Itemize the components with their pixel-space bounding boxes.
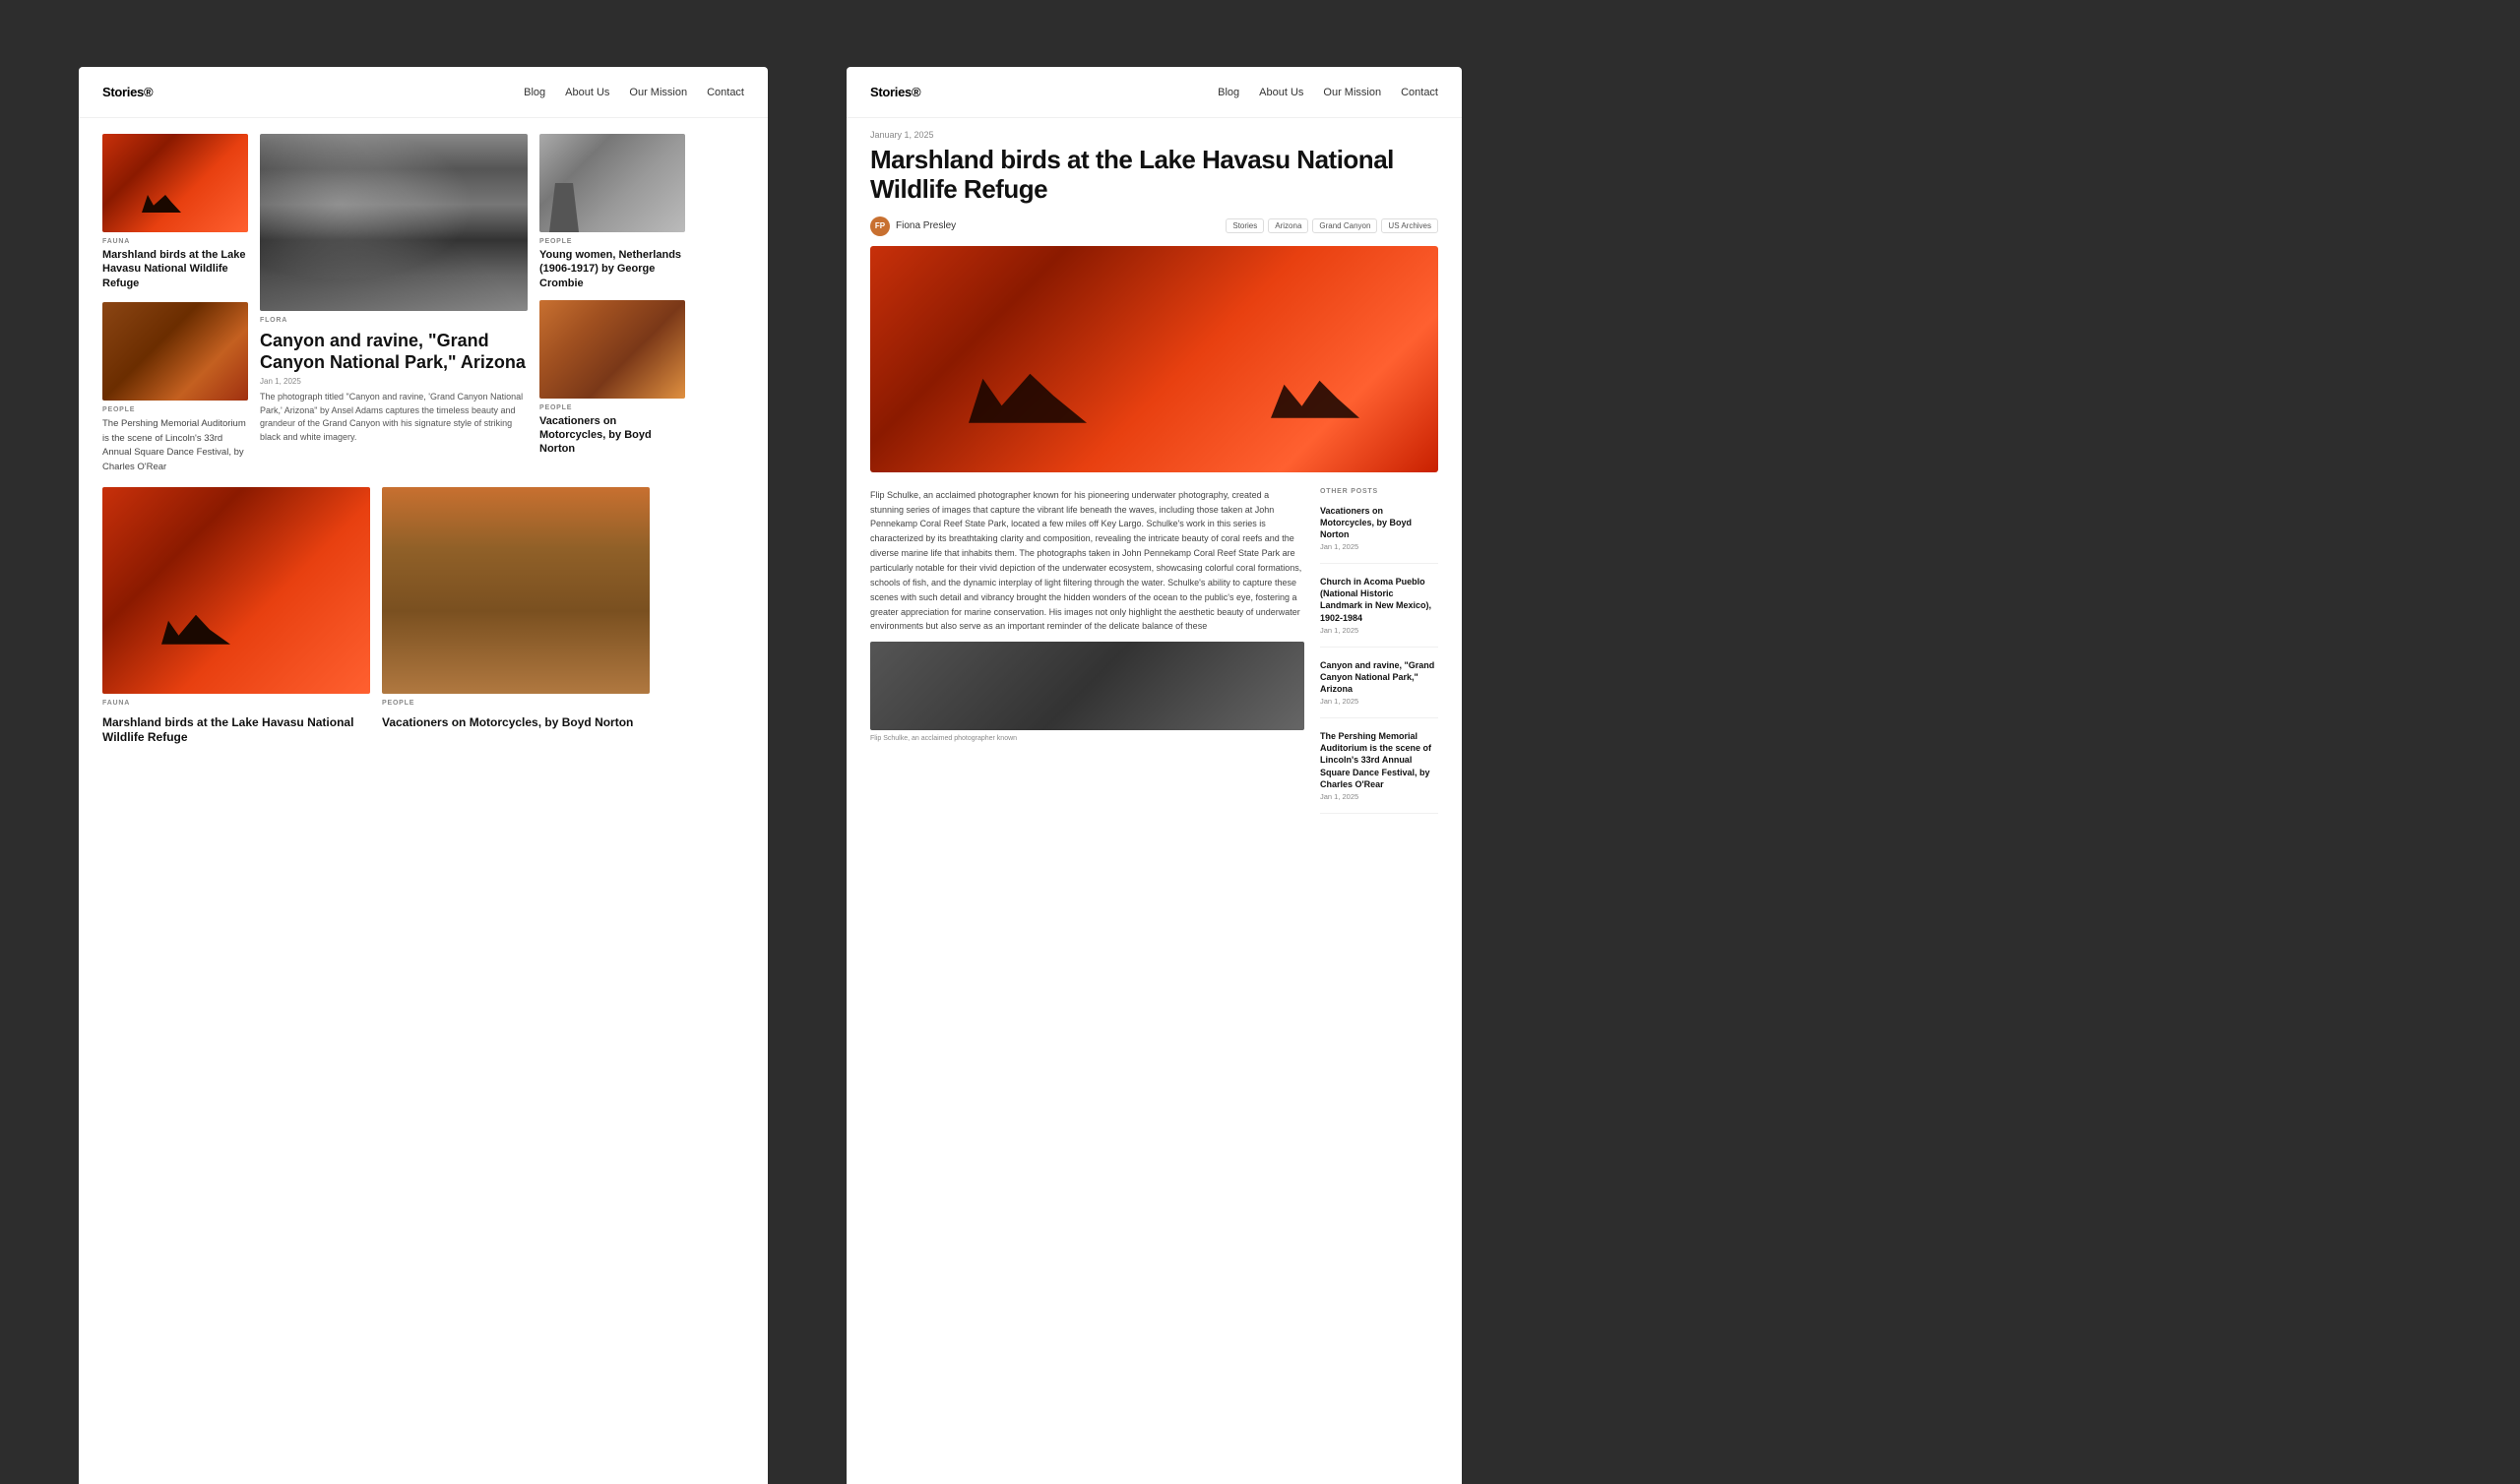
dance-image: [102, 302, 248, 401]
article-body-text: Flip Schulke, an acclaimed photographer …: [870, 488, 1304, 634]
canyon-desc: The photograph titled "Canyon and ravine…: [260, 391, 528, 444]
article-body: Flip Schulke, an acclaimed photographer …: [870, 488, 1438, 826]
left-panel: Stories® Blog About Us Our Mission Conta…: [79, 67, 768, 1484]
author-name: Fiona Presley: [896, 220, 956, 231]
article-tags: Stories Arizona Grand Canyon US Archives: [1226, 218, 1438, 233]
canyon-title: Canyon and ravine, "Grand Canyon Nationa…: [260, 331, 528, 373]
moto-title-small: Vacationers on Motorcycles, by Boyd Nort…: [539, 414, 685, 457]
other-post-1[interactable]: Vacationers on Motorcycles, by Boyd Nort…: [1320, 505, 1438, 564]
nav-contact-right[interactable]: Contact: [1401, 87, 1438, 98]
other-post-1-title: Vacationers on Motorcycles, by Boyd Nort…: [1320, 505, 1438, 540]
dance-title: The Pershing Memorial Auditorium is the …: [102, 417, 248, 475]
other-post-3-title: Canyon and ravine, "Grand Canyon Nationa…: [1320, 659, 1438, 695]
bird-bottom-card[interactable]: FAUNA Marshland birds at the Lake Havasu…: [102, 487, 370, 746]
other-post-1-date: Jan 1, 2025: [1320, 542, 1438, 551]
bird-bottom-title: Marshland birds at the Lake Havasu Natio…: [102, 715, 370, 746]
other-post-4-date: Jan 1, 2025: [1320, 792, 1438, 801]
nav-mission-right[interactable]: Our Mission: [1323, 87, 1381, 98]
canyon-card[interactable]: FLORA Canyon and ravine, "Grand Canyon N…: [260, 134, 528, 475]
tag-grand-canyon[interactable]: Grand Canyon: [1312, 218, 1377, 233]
canyon-image: [260, 134, 528, 311]
nav-mission-left[interactable]: Our Mission: [629, 87, 687, 98]
left-content: FAUNA Marshland birds at the Lake Havasu…: [79, 118, 768, 762]
inline-photo: Flip Schulke, an acclaimed photographer …: [870, 642, 1304, 744]
article-date: January 1, 2025: [870, 118, 1438, 146]
nav-blog-right[interactable]: Blog: [1218, 87, 1239, 98]
tag-arizona[interactable]: Arizona: [1268, 218, 1308, 233]
other-posts-sidebar: OTHER POSTS Vacationers on Motorcycles, …: [1320, 488, 1438, 826]
right-content: January 1, 2025 Marshland birds at the L…: [847, 118, 1462, 849]
grid-bottom: FAUNA Marshland birds at the Lake Havasu…: [102, 487, 744, 746]
author-row: FP Fiona Presley: [870, 216, 956, 236]
women-title: Young women, Netherlands (1906-1917) by …: [539, 248, 685, 290]
left-nav-links: Blog About Us Our Mission Contact: [524, 87, 744, 98]
article-meta: FP Fiona Presley Stories Arizona Grand C…: [870, 216, 1438, 236]
moto-category-small: PEOPLE: [539, 404, 685, 411]
bird-card-left[interactable]: FAUNA Marshland birds at the Lake Havasu…: [102, 134, 248, 290]
dance-card-left[interactable]: PEOPLE The Pershing Memorial Auditorium …: [102, 302, 248, 475]
nav-about-right[interactable]: About Us: [1259, 87, 1303, 98]
women-category: PEOPLE: [539, 238, 685, 245]
bird-title: Marshland birds at the Lake Havasu Natio…: [102, 248, 248, 290]
moto-bottom-card[interactable]: PEOPLE Vacationers on Motorcycles, by Bo…: [382, 487, 650, 746]
women-card[interactable]: PEOPLE Young women, Netherlands (1906-19…: [539, 134, 685, 290]
tag-us-archives[interactable]: US Archives: [1381, 218, 1438, 233]
col-1: FAUNA Marshland birds at the Lake Havasu…: [102, 134, 248, 475]
moto-bottom-title: Vacationers on Motorcycles, by Boyd Nort…: [382, 715, 650, 731]
col-3: PEOPLE Young women, Netherlands (1906-19…: [539, 134, 685, 475]
women-image: [539, 134, 685, 232]
right-logo[interactable]: Stories®: [870, 85, 920, 99]
dance-category: PEOPLE: [102, 406, 248, 413]
other-post-3-date: Jan 1, 2025: [1320, 697, 1438, 706]
canyon-date: Jan 1, 2025: [260, 377, 528, 386]
right-nav-links: Blog About Us Our Mission Contact: [1218, 87, 1438, 98]
article-text: Flip Schulke, an acclaimed photographer …: [870, 488, 1304, 826]
moto-card-small[interactable]: PEOPLE Vacationers on Motorcycles, by Bo…: [539, 300, 685, 457]
moto-bottom-category: PEOPLE: [382, 700, 650, 707]
left-logo[interactable]: Stories®: [102, 85, 153, 99]
nav-about-left[interactable]: About Us: [565, 87, 609, 98]
right-nav: Stories® Blog About Us Our Mission Conta…: [847, 67, 1462, 118]
moto-image-small: [539, 300, 685, 399]
tag-stories[interactable]: Stories: [1226, 218, 1264, 233]
other-post-4-title: The Pershing Memorial Auditorium is the …: [1320, 730, 1438, 790]
article-hero-image: [870, 246, 1438, 472]
nav-contact-left[interactable]: Contact: [707, 87, 744, 98]
other-post-2[interactable]: Church in Acoma Pueblo (National Histori…: [1320, 576, 1438, 648]
right-panel: Stories® Blog About Us Our Mission Conta…: [847, 67, 1462, 1484]
other-posts-label: OTHER POSTS: [1320, 488, 1438, 495]
bird-bottom-image: [102, 487, 370, 694]
grid-top: FAUNA Marshland birds at the Lake Havasu…: [102, 134, 744, 475]
article-title: Marshland birds at the Lake Havasu Natio…: [870, 146, 1438, 205]
left-nav: Stories® Blog About Us Our Mission Conta…: [79, 67, 768, 118]
inline-photo-image: [870, 642, 1304, 730]
nav-blog-left[interactable]: Blog: [524, 87, 545, 98]
bird-image: [102, 134, 248, 232]
moto-bottom-image: [382, 487, 650, 694]
bird-bottom-category: FAUNA: [102, 700, 370, 707]
other-post-3[interactable]: Canyon and ravine, "Grand Canyon Nationa…: [1320, 659, 1438, 718]
canyon-category: FLORA: [260, 317, 528, 324]
bird-category: FAUNA: [102, 238, 248, 245]
other-post-2-date: Jan 1, 2025: [1320, 626, 1438, 635]
other-post-2-title: Church in Acoma Pueblo (National Histori…: [1320, 576, 1438, 624]
author-avatar: FP: [870, 216, 890, 236]
inline-photo-caption: Flip Schulke, an acclaimed photographer …: [870, 734, 1304, 744]
other-post-4[interactable]: The Pershing Memorial Auditorium is the …: [1320, 730, 1438, 814]
